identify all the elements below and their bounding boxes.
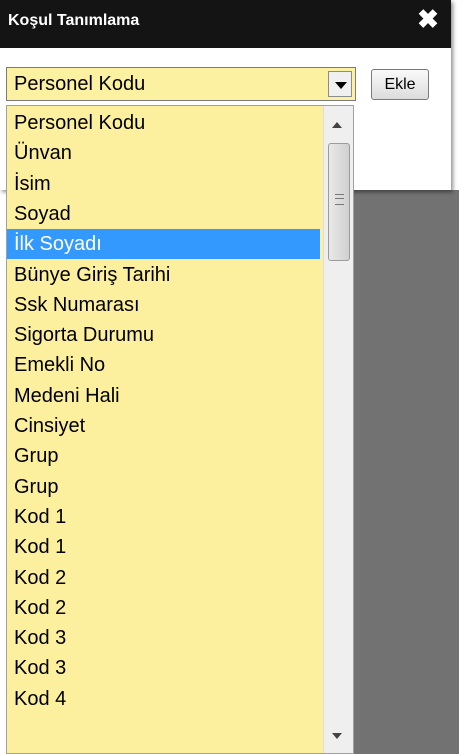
dropdown-option[interactable]: Ssk Numarası	[7, 290, 320, 320]
dropdown-option[interactable]: Cinsiyet	[7, 411, 320, 441]
dropdown-option[interactable]: Bünye Giriş Tarihi	[7, 260, 320, 290]
dropdown-option[interactable]: Sigorta Durumu	[7, 320, 320, 350]
dropdown-option[interactable]: Kod 1	[7, 502, 320, 532]
field-select-value: Personel Kodu	[14, 73, 146, 95]
dropdown-option[interactable]: Grup	[7, 441, 320, 471]
scroll-down-icon[interactable]	[332, 733, 342, 739]
dropdown-list: Personel Kodu Ünvan İsim Soyad İlk Soyadı Bün…	[6, 105, 354, 754]
dropdown-option[interactable]: Grup	[7, 472, 320, 502]
dropdown-option[interactable]: İsim	[7, 169, 320, 199]
scroll-thumb[interactable]	[328, 143, 350, 261]
dropdown-option[interactable]: Kod 3	[7, 653, 320, 683]
dropdown-scrollbar[interactable]	[323, 106, 353, 753]
close-icon[interactable]: ✖	[415, 6, 441, 32]
add-button[interactable]: Ekle	[371, 69, 429, 100]
dropdown-option[interactable]: Kod 2	[7, 593, 320, 623]
scroll-up-icon[interactable]	[332, 122, 342, 128]
dropdown-option[interactable]: İlk Soyadı	[7, 229, 320, 260]
dropdown-option[interactable]: Kod 2	[7, 563, 320, 593]
dropdown-option[interactable]: Kod 4	[7, 684, 320, 714]
chevron-down-icon[interactable]	[328, 71, 352, 97]
dialog-titlebar: Koşul Tanımlama ✖	[0, 0, 451, 48]
dropdown-option[interactable]: Emekli No	[7, 350, 320, 380]
dialog-title: Koşul Tanımlama	[8, 12, 140, 29]
overlay-backdrop	[352, 190, 459, 754]
dropdown-option[interactable]: Soyad	[7, 199, 320, 229]
dropdown-option[interactable]: Medeni Hali	[7, 381, 320, 411]
dropdown-option[interactable]: Kod 3	[7, 623, 320, 653]
grip-icon	[335, 194, 344, 205]
dropdown-option[interactable]: Kod 1	[7, 532, 320, 562]
dropdown-option[interactable]: Personel Kodu	[7, 108, 320, 138]
field-select[interactable]: Personel Kodu	[6, 67, 356, 101]
dropdown-option[interactable]: Ünvan	[7, 138, 320, 168]
